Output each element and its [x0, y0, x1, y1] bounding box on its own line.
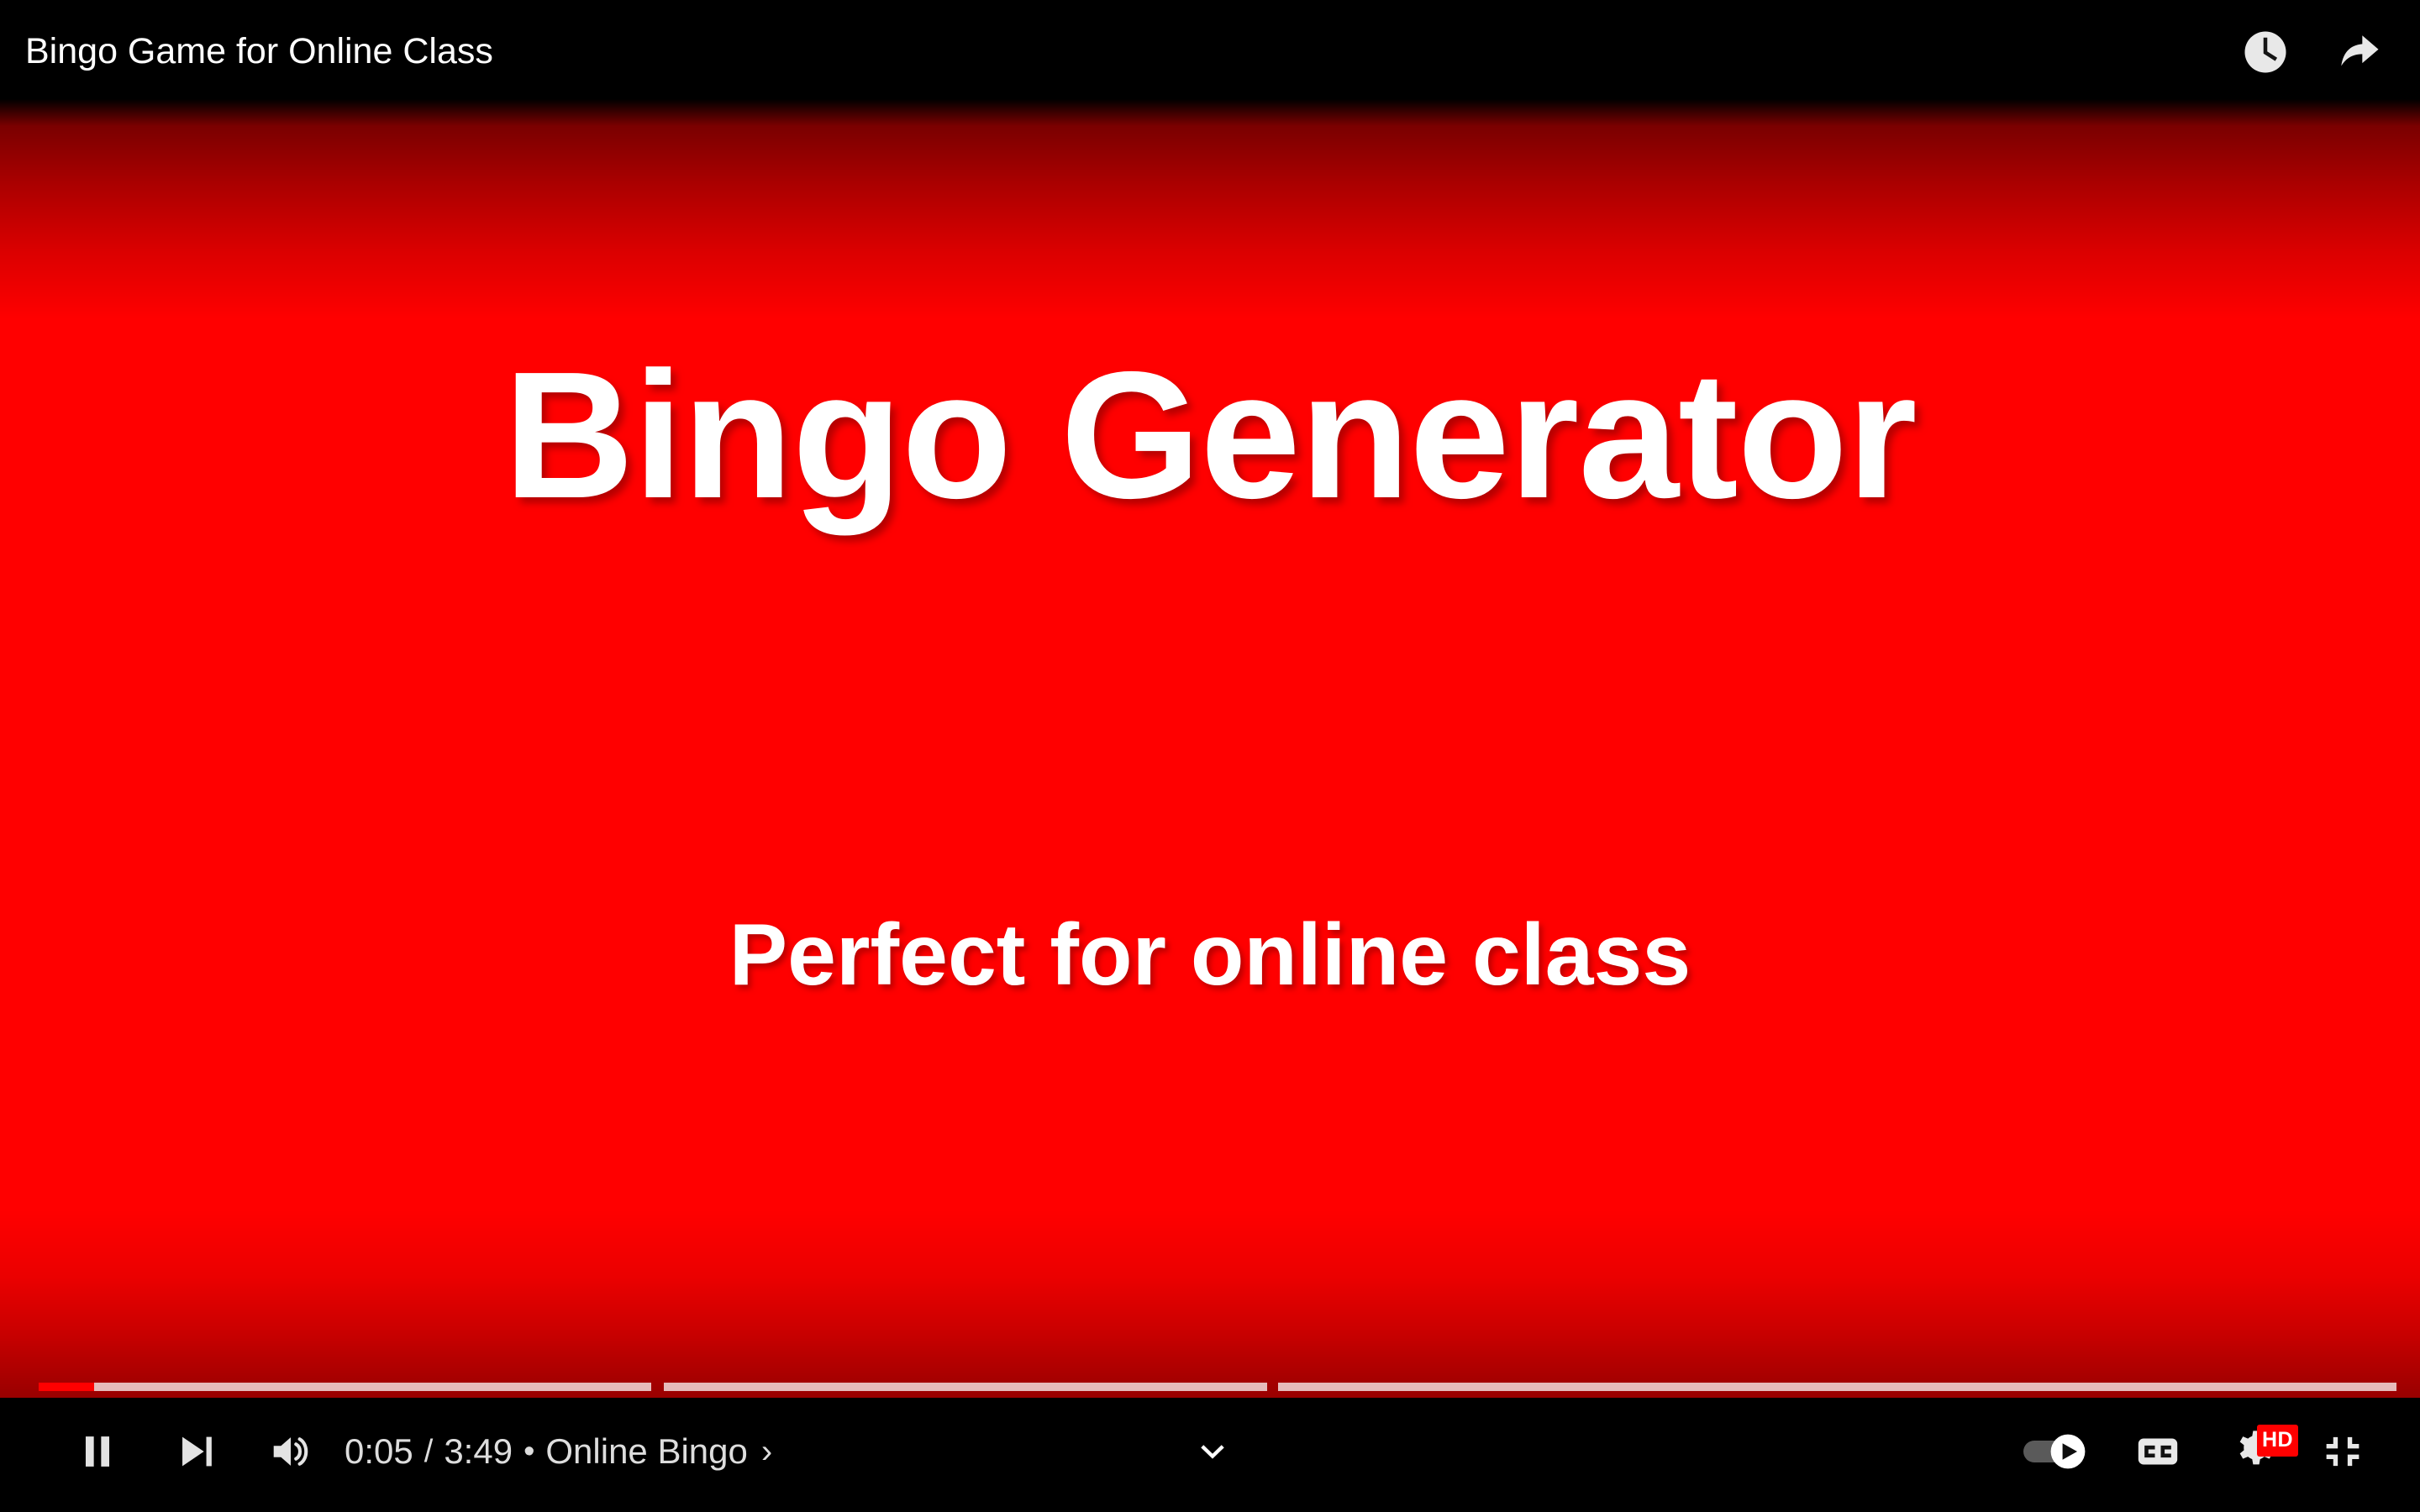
youtube-video-player[interactable]: Bingo Generator Perfect for online class…	[0, 0, 2420, 1512]
share-icon	[2341, 35, 2379, 66]
video-title[interactable]: Bingo Game for Online Class	[25, 31, 493, 72]
chapter-title[interactable]: Online Bingo	[545, 1431, 748, 1472]
pause-icon	[85, 1436, 110, 1467]
chapter-segment	[664, 1383, 1267, 1391]
volume-button[interactable]	[250, 1418, 331, 1485]
chevron-down-icon	[1201, 1445, 1224, 1459]
chapter-segment	[39, 1383, 651, 1391]
slide-subheading: Perfect for online class	[729, 906, 1691, 1004]
time-and-chapter-display[interactable]: 0:05 / 3:49 • Online Bingo ›	[345, 1418, 772, 1485]
time-separator: /	[424, 1433, 434, 1469]
progress-bar[interactable]	[0, 1376, 2420, 1398]
chapter-buffered	[664, 1383, 1267, 1391]
quality-badge: HD	[2257, 1425, 2299, 1457]
exit-fullscreen-icon	[2326, 1436, 2360, 1467]
chapter-played	[39, 1383, 94, 1391]
chapter-chevron-icon: ›	[760, 1432, 773, 1470]
next-video-button[interactable]	[155, 1418, 236, 1485]
subtitles-button[interactable]	[2124, 1418, 2191, 1485]
next-video-icon	[182, 1436, 212, 1467]
exit-fullscreen-button[interactable]	[2309, 1418, 2376, 1485]
duration: 3:49	[444, 1431, 513, 1471]
chapter-segment	[1278, 1383, 2396, 1391]
watch-later-button[interactable]	[2238, 25, 2292, 79]
video-frame[interactable]: Bingo Generator Perfect for online class	[0, 0, 2420, 1512]
chapter-buffered	[1278, 1383, 2396, 1391]
player-top-bar: Bingo Game for Online Class	[0, 0, 2420, 101]
settings-button[interactable]: HD	[2220, 1418, 2299, 1485]
pause-button[interactable]	[57, 1418, 138, 1485]
chapter-buffered	[39, 1383, 651, 1391]
player-controls[interactable]: 0:05 / 3:49 • Online Bingo › HD	[0, 1376, 2420, 1512]
volume-on-icon	[273, 1437, 308, 1466]
autoplay-toggle-icon	[2023, 1434, 2086, 1469]
clock-icon	[2244, 31, 2286, 73]
slide-heading: Bingo Generator	[503, 333, 1917, 536]
controls-bar: 0:05 / 3:49 • Online Bingo › HD	[0, 1398, 2420, 1512]
closed-captions-icon	[2138, 1438, 2178, 1465]
current-time: 0:05	[345, 1431, 413, 1471]
expand-chapters-button[interactable]	[1183, 1418, 1242, 1485]
chapter-dot: •	[523, 1433, 535, 1469]
share-button[interactable]	[2331, 25, 2385, 79]
autoplay-toggle[interactable]	[2020, 1421, 2096, 1482]
